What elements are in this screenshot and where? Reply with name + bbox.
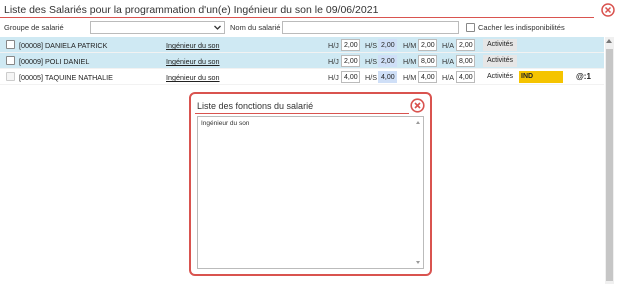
hours-month-field[interactable]: 2,00 bbox=[418, 39, 437, 51]
hours-month-label: H/M bbox=[403, 73, 417, 82]
hours-year-field[interactable]: 8,00 bbox=[456, 55, 475, 67]
hours-week-value: 2,00 bbox=[378, 55, 397, 67]
hours-week-label: H/S bbox=[365, 57, 377, 66]
hours-year-field[interactable]: 4,00 bbox=[456, 71, 475, 83]
hours-month-label: H/M bbox=[403, 41, 417, 50]
group-label: Groupe de salarié bbox=[4, 23, 64, 32]
hours-day-field[interactable]: 4,00 bbox=[341, 71, 360, 83]
hours-year-field[interactable]: 2,00 bbox=[456, 39, 475, 51]
assignment-count: @:1 bbox=[576, 72, 591, 81]
group-select[interactable] bbox=[90, 21, 225, 34]
employee-name: [00009] POLI DANIEL bbox=[19, 57, 90, 66]
hours-day-label: H/J bbox=[328, 73, 339, 82]
page-title: Liste des Salariés pour la programmation… bbox=[4, 4, 379, 16]
hide-unavailable-checkbox[interactable] bbox=[466, 23, 475, 32]
hours-week-value: 4,00 bbox=[378, 71, 397, 83]
scroll-up-arrow-icon[interactable] bbox=[416, 121, 420, 124]
scroll-up-arrow-icon[interactable] bbox=[606, 39, 612, 43]
row-checkbox[interactable] bbox=[6, 56, 15, 65]
row-checkbox[interactable] bbox=[6, 40, 15, 49]
hours-day-label: H/J bbox=[328, 57, 339, 66]
functions-textarea[interactable]: Ingénieur du son bbox=[197, 116, 424, 269]
employee-name: [00005] TAQUINE NATHALIE bbox=[19, 73, 113, 82]
hours-year-label: H/A bbox=[442, 73, 454, 82]
scrollbar-thumb[interactable] bbox=[606, 49, 613, 281]
functions-dialog: Liste des fonctions du salarié Ingénieur… bbox=[189, 92, 432, 276]
close-icon[interactable] bbox=[410, 98, 425, 113]
hours-day-field[interactable]: 2,00 bbox=[341, 39, 360, 51]
dialog-title: Liste des fonctions du salarié bbox=[197, 101, 314, 111]
function-link[interactable]: Ingénieur du son bbox=[166, 73, 220, 82]
close-icon[interactable] bbox=[601, 3, 615, 17]
title-divider bbox=[0, 17, 594, 18]
chevron-down-icon bbox=[214, 25, 221, 30]
hours-year-label: H/A bbox=[442, 57, 454, 66]
status-badge: IND bbox=[519, 71, 563, 83]
hours-week-value: 2,00 bbox=[378, 39, 397, 51]
hours-month-field[interactable]: 4,00 bbox=[418, 71, 437, 83]
employee-list-window: Liste des Salariés pour la programmation… bbox=[0, 0, 618, 284]
hours-week-label: H/S bbox=[365, 73, 377, 82]
function-link[interactable]: Ingénieur du son bbox=[166, 41, 220, 50]
hours-day-label: H/J bbox=[328, 41, 339, 50]
hide-unavailable-label: Cacher les indisponibilités bbox=[478, 23, 565, 32]
hours-month-label: H/M bbox=[403, 57, 417, 66]
hours-year-label: H/A bbox=[442, 41, 454, 50]
activities-button[interactable]: Activités bbox=[483, 55, 517, 67]
table-row: [00009] POLI DANIEL Ingénieur du son H/J… bbox=[0, 53, 604, 69]
hours-day-field[interactable]: 2,00 bbox=[341, 55, 360, 67]
dialog-title-divider bbox=[195, 113, 409, 114]
table-row: [00008] DANIELA PATRICK Ingénieur du son… bbox=[0, 37, 604, 53]
row-checkbox[interactable] bbox=[6, 72, 15, 81]
filter-bar: Groupe de salarié Nom du salarié : Cache… bbox=[0, 20, 618, 36]
table-row: [00005] TAQUINE NATHALIE Ingénieur du so… bbox=[0, 69, 604, 85]
employee-name-label: Nom du salarié : bbox=[230, 23, 285, 32]
activities-button[interactable]: Activités bbox=[483, 71, 517, 83]
textarea-scrollbar[interactable] bbox=[414, 118, 422, 267]
employee-table: [00008] DANIELA PATRICK Ingénieur du son… bbox=[0, 37, 604, 85]
scroll-down-arrow-icon[interactable] bbox=[416, 261, 420, 264]
function-entry: Ingénieur du son bbox=[201, 120, 250, 127]
hours-week-label: H/S bbox=[365, 41, 377, 50]
vertical-scrollbar[interactable] bbox=[605, 37, 614, 284]
function-link[interactable]: Ingénieur du son bbox=[166, 57, 220, 66]
hours-month-field[interactable]: 8,00 bbox=[418, 55, 437, 67]
employee-name-input[interactable] bbox=[282, 21, 459, 34]
employee-name: [00008] DANIELA PATRICK bbox=[19, 41, 108, 50]
activities-button[interactable]: Activités bbox=[483, 39, 517, 51]
